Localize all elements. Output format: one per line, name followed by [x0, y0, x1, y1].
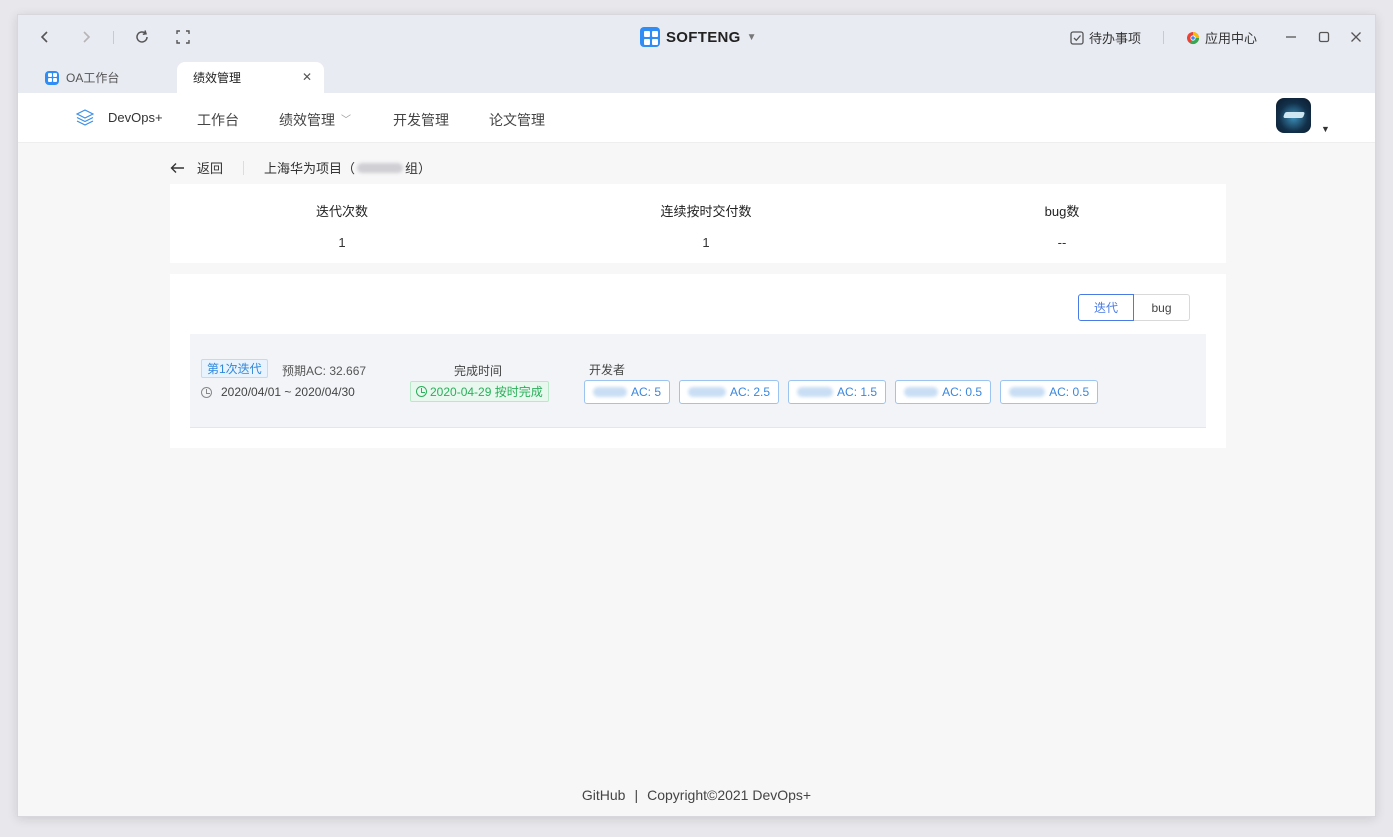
stat-value: --: [1057, 235, 1067, 250]
stat-iterations: 迭代次数 1: [292, 201, 392, 250]
redacted-name: [1009, 387, 1046, 397]
developer-tag[interactable]: AC: 0.5: [895, 380, 992, 404]
fullscreen-icon[interactable]: [173, 27, 193, 47]
developer-tags: AC: 5 AC: 2.5 AC: 1.5 AC: 0.5 AC: 0.5: [584, 380, 1099, 404]
project-group: 组）: [405, 161, 432, 176]
redacted-text: [357, 162, 404, 173]
developers-label: 开发者: [589, 363, 626, 377]
close-window-icon[interactable]: [1346, 27, 1366, 47]
stat-bugs: bug数 --: [1012, 201, 1112, 250]
toggle-iteration-button[interactable]: 迭代: [1078, 294, 1134, 321]
iteration-row[interactable]: 第1次迭代 预期AC: 32.667 2020/04/01 ~ 2020/04/…: [190, 334, 1206, 428]
arrow-left-icon: [170, 162, 184, 173]
redacted-name: [904, 387, 939, 397]
stat-label: bug数: [1044, 204, 1080, 219]
redacted-name: [688, 387, 727, 397]
completed-status: 2020-04-29 按时完成: [410, 381, 549, 402]
back-label: 返回: [197, 161, 224, 176]
tab-oa-workbench[interactable]: OA工作台: [45, 62, 175, 93]
footer: GitHub | Copyright©2021 DevOps+: [18, 787, 1375, 803]
tab-performance[interactable]: 绩效管理 ✕: [177, 62, 324, 93]
avatar[interactable]: [1276, 98, 1311, 133]
nav-item-workbench[interactable]: 工作台: [197, 110, 239, 130]
close-tab-icon[interactable]: ✕: [302, 70, 312, 84]
stat-value: 1: [338, 235, 346, 250]
completed-status-text: 2020-04-29 按时完成: [430, 385, 543, 399]
caret-down-icon[interactable]: ▼: [1321, 124, 1330, 134]
app-name: SOFTENG: [666, 28, 741, 46]
developer-tag[interactable]: AC: 0.5: [1000, 380, 1099, 404]
redacted-name: [797, 387, 834, 397]
date-range: 2020/04/01 ~ 2020/04/30: [221, 385, 355, 399]
project-name: 上海华为项目（: [264, 161, 356, 176]
iteration-badge: 第1次迭代: [201, 359, 268, 378]
estimated-ac: 预期AC: 32.667: [282, 364, 367, 378]
todo-button[interactable]: 待办事项: [1070, 28, 1141, 47]
stat-on-time-deliveries: 连续按时交付数 1: [636, 201, 776, 250]
developer-ac: AC: 0.5: [942, 385, 983, 399]
todo-label: 待办事项: [1089, 31, 1142, 46]
maximize-icon[interactable]: [1314, 27, 1334, 47]
project-title: 上海华为项目（ 组）: [264, 158, 431, 177]
app-center-icon: [1187, 31, 1199, 44]
app-center-button[interactable]: 应用中心: [1186, 28, 1257, 47]
app-grid-icon: [45, 70, 59, 85]
app-center-label: 应用中心: [1205, 31, 1258, 46]
developer-tag[interactable]: AC: 5: [584, 380, 671, 404]
nav-item-development[interactable]: 开发管理: [393, 110, 449, 130]
nav-brand[interactable]: DevOps+: [108, 110, 163, 125]
clock-icon: [416, 386, 427, 397]
app-grid-icon: [640, 27, 660, 47]
view-toggle: 迭代 bug: [1078, 294, 1190, 321]
app-window: SOFTENG ▼ 待办事项 应用中心 OA工作台 绩效管理 ✕ DevOps+…: [17, 14, 1376, 817]
stat-label: 迭代次数: [315, 204, 368, 219]
breadcrumb: 返回 上海华为项目（ 组）: [170, 158, 431, 177]
forward-icon[interactable]: [76, 27, 96, 47]
developer-tag[interactable]: AC: 1.5: [788, 380, 887, 404]
copyright-text: Copyright©2021 DevOps+: [647, 787, 812, 803]
back-link[interactable]: 返回: [170, 158, 223, 177]
checkbox-icon: [1070, 30, 1084, 45]
tab-label: 绩效管理: [193, 71, 242, 85]
title-bar: SOFTENG ▼ 待办事项 应用中心: [18, 15, 1375, 59]
layers-icon: [75, 109, 95, 129]
tab-bar: OA工作台 绩效管理 ✕: [18, 59, 1375, 93]
back-icon[interactable]: [35, 27, 55, 47]
minimize-icon[interactable]: [1281, 27, 1301, 47]
tab-label: OA工作台: [66, 71, 120, 85]
developer-ac: AC: 0.5: [1049, 385, 1090, 399]
stat-value: 1: [702, 235, 710, 250]
developer-ac: AC: 1.5: [837, 385, 878, 399]
footer-separator: |: [634, 787, 639, 803]
stat-label: 连续按时交付数: [660, 204, 752, 219]
developer-tag[interactable]: AC: 2.5: [679, 380, 780, 404]
summary-card: 迭代次数 1 连续按时交付数 1 bug数 --: [170, 184, 1226, 263]
chevron-down-icon: ﹀: [341, 115, 351, 126]
iteration-card: 迭代 bug 第1次迭代 预期AC: 32.667 2020/04/01 ~ 2…: [170, 274, 1226, 448]
top-navigation: DevOps+ 工作台 绩效管理 ﹀ 开发管理 论文管理 ▼: [18, 93, 1375, 143]
nav-item-label: 绩效管理: [279, 112, 335, 128]
clock-icon: [201, 387, 212, 398]
caret-down-icon: ▼: [746, 31, 757, 43]
nav-item-performance[interactable]: 绩效管理 ﹀: [279, 110, 351, 130]
developer-ac: AC: 5: [631, 385, 662, 399]
app-switcher[interactable]: SOFTENG ▼: [640, 27, 757, 47]
github-link[interactable]: GitHub: [582, 787, 626, 803]
refresh-icon[interactable]: [132, 27, 152, 47]
completed-label: 完成时间: [454, 364, 503, 378]
redacted-name: [593, 387, 627, 397]
toggle-bug-button[interactable]: bug: [1134, 294, 1190, 321]
developer-ac: AC: 2.5: [730, 385, 771, 399]
nav-item-thesis[interactable]: 论文管理: [489, 110, 545, 130]
